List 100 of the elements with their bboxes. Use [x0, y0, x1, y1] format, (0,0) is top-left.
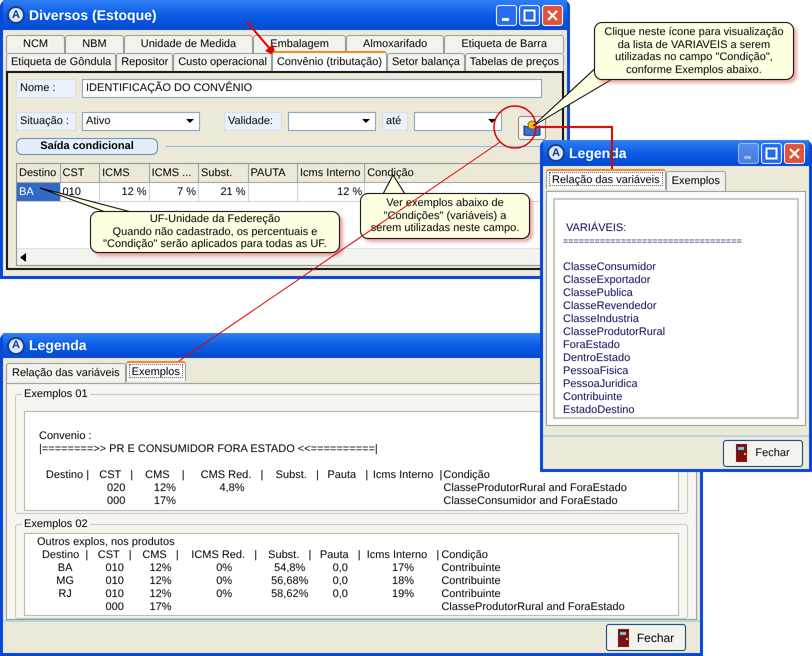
column-header: Destino |	[40, 549, 90, 562]
date-dropdown[interactable]	[288, 112, 376, 130]
variable-name: ClasseIndustria	[563, 313, 640, 326]
close-button[interactable]	[784, 142, 805, 164]
column-header: Icms Interno |	[372, 469, 444, 482]
tab[interactable]: Setor balança	[386, 53, 465, 71]
variable-name: ForaEstado	[563, 339, 621, 352]
example-line: Outros explos, nos produtos	[37, 536, 176, 550]
tab[interactable]: Etiqueta de Gôndula	[6, 53, 116, 71]
tab[interactable]: NBM	[65, 35, 124, 53]
table-cell-text: ClasseProdutorRural and ForaEstado	[443, 482, 628, 496]
date-dropdown[interactable]	[414, 112, 502, 130]
table-cell-text: 12%	[148, 562, 173, 576]
tab[interactable]: Convênio (tributação)	[272, 51, 387, 71]
variable-name: ClasseConsumidor	[563, 261, 657, 274]
table-cell-text: 010	[104, 562, 125, 576]
example-line: |========>> PR E CONSUMIDOR FORA ESTADO <<==========|	[39, 443, 379, 456]
highlight-circle	[493, 105, 537, 149]
field-label: Nome :	[16, 79, 76, 98]
tab[interactable]: Repositor	[116, 53, 174, 71]
column-header: Subst. |	[267, 549, 312, 562]
app-logo: A	[7, 6, 25, 24]
field-label: até	[382, 112, 408, 130]
table-cell-text: 17%	[148, 601, 173, 614]
variable-name: ClasseProdutorRural	[563, 326, 666, 339]
table-cell-text: 020	[106, 482, 126, 496]
close-button[interactable]: Fechar	[723, 440, 803, 466]
table-cell-text: 58,62%	[270, 588, 310, 602]
minimize-button[interactable]	[496, 4, 517, 26]
table-cell-text: 19%	[390, 588, 415, 602]
table-cell-text: 000	[104, 601, 125, 614]
table-cell-text: 17%	[390, 562, 415, 576]
column-header: Pauta |	[326, 469, 370, 482]
tab[interactable]: Custo operacional	[173, 53, 272, 71]
close-icon	[546, 8, 559, 22]
dropdown-arrow-icon	[184, 117, 196, 125]
table-cell-text: MG	[55, 575, 75, 588]
variable-name: ClassePublica	[563, 287, 634, 300]
table-cell: 21 %	[199, 183, 249, 201]
group-title: Exemplos 01	[22, 387, 90, 402]
tab[interactable]: Relação das variáveis	[6, 363, 126, 384]
close-button[interactable]	[542, 4, 563, 26]
window-title: Legenda	[29, 336, 87, 356]
close-icon	[788, 146, 801, 160]
column-header: Subst.	[199, 164, 249, 183]
app-logo: A	[7, 336, 25, 355]
table-cell-text: 010	[104, 575, 125, 588]
table-cell-text: 0%	[215, 562, 234, 576]
rule: ==================================	[563, 235, 743, 248]
tab[interactable]: Almoxarifado	[346, 35, 444, 53]
tab[interactable]: Exemplos	[666, 171, 726, 191]
door-icon	[736, 444, 748, 462]
heading: VARIÁVEIS:	[565, 222, 628, 235]
table-cell-text: 12%	[148, 588, 173, 602]
maximize-icon	[765, 146, 778, 160]
tab[interactable]: Tabelas de preços	[464, 53, 564, 71]
table-cell-text: 0%	[215, 575, 234, 588]
table-cell: 7 %	[150, 183, 200, 201]
status-dropdown[interactable]: Ativo	[82, 112, 200, 130]
tab[interactable]: Exemplos	[126, 361, 186, 382]
maximize-button[interactable]	[519, 4, 540, 26]
tab[interactable]: Unidade de Medida	[124, 35, 254, 53]
variable-name: Contribuinte	[563, 391, 624, 404]
variable-name: EstadoDestino	[563, 404, 636, 417]
column-header: Icms Interno |	[366, 549, 440, 562]
tab[interactable]: Etiqueta de Barra	[444, 35, 564, 53]
variable-name: PessoaJuridica	[563, 378, 639, 391]
table-cell-text: 54,8%	[273, 562, 306, 576]
column-header: Destino |	[44, 469, 90, 482]
variable-name: DentroEstado	[563, 352, 632, 365]
column-header: CST	[60, 164, 100, 183]
scroll-left-icon[interactable]	[19, 252, 27, 262]
variable-name: ClasseRevendedor	[563, 300, 658, 313]
table-cell-text: Contribuinte	[441, 562, 502, 576]
example-line: Convenio :	[39, 430, 93, 444]
book-icon	[523, 120, 541, 136]
name-input[interactable]: IDENTIFICAÇÃO DO CONVÊNIO	[82, 79, 542, 98]
table-cell-text: 0%	[215, 588, 234, 602]
close-button[interactable]: Fechar	[606, 624, 686, 652]
tab[interactable]: NCM	[6, 35, 66, 53]
maximize-button[interactable]	[761, 142, 782, 164]
column-header: Subst. |	[274, 469, 320, 482]
table-cell-text: 4,8%	[218, 482, 246, 496]
table-cell-text: BA	[56, 562, 74, 576]
table-cell-text: Contribuinte	[441, 588, 502, 602]
table-cell: 12 %	[100, 183, 150, 201]
tab[interactable]: Relação das variáveis	[546, 169, 666, 189]
minimize-icon	[744, 156, 750, 158]
column-header: CMS Red. |	[200, 469, 264, 482]
maximize-icon	[523, 8, 536, 22]
table-cell-text: 17%	[152, 495, 177, 508]
app-logo: A	[547, 144, 565, 162]
table-cell-text: 000	[106, 495, 126, 508]
table-cell-text: RJ	[57, 588, 73, 602]
variable-name: PessoaFisica	[563, 365, 630, 378]
table-cell-text: 56,68%	[270, 575, 310, 588]
column-header: CST |	[96, 549, 133, 562]
table-cell-text: 12%	[148, 575, 173, 588]
field-label: Validade:	[224, 112, 282, 130]
column-header: CST |	[98, 469, 134, 482]
